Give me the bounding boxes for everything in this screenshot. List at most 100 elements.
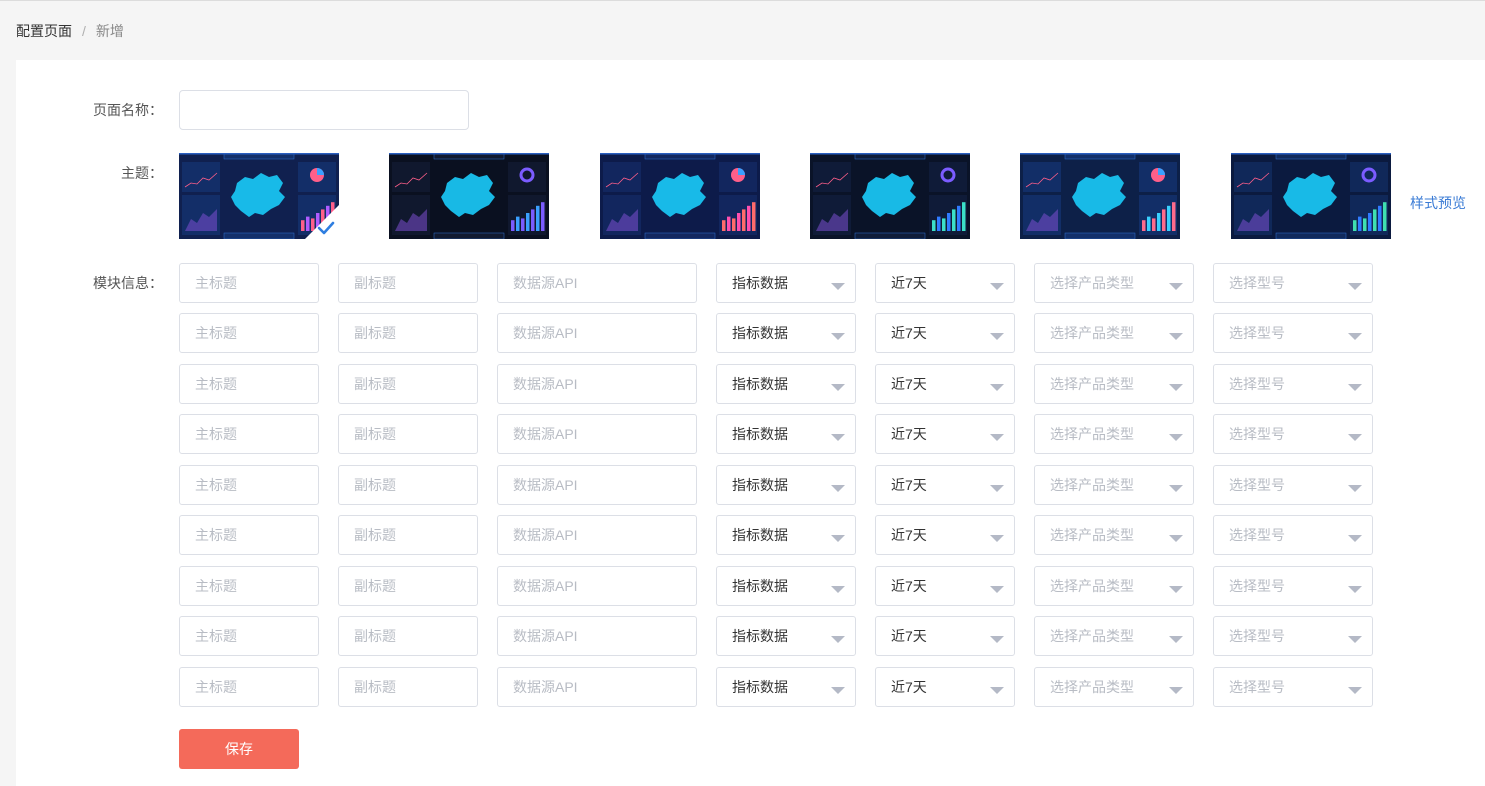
product-type-select[interactable]: 选择产品类型 xyxy=(1034,667,1194,707)
model-select[interactable]: 选择型号 xyxy=(1213,263,1373,303)
chevron-down-icon xyxy=(990,586,1004,593)
period-select-value: 近7天 xyxy=(891,628,927,644)
main-title-input[interactable] xyxy=(179,263,319,303)
product-type-select[interactable]: 选择产品类型 xyxy=(1034,414,1194,454)
theme-option-6[interactable] xyxy=(1231,153,1391,239)
theme-option-5[interactable] xyxy=(1020,153,1180,239)
data-type-select[interactable]: 指标数据 xyxy=(716,364,856,404)
data-type-select[interactable]: 指标数据 xyxy=(716,515,856,555)
theme-label: 主题： xyxy=(121,165,163,181)
data-type-select[interactable]: 指标数据 xyxy=(716,465,856,505)
product-type-select-value: 选择产品类型 xyxy=(1050,275,1134,291)
main-title-input[interactable] xyxy=(179,465,319,505)
data-type-select-value: 指标数据 xyxy=(732,527,788,543)
model-select[interactable]: 选择型号 xyxy=(1213,465,1373,505)
data-api-input[interactable] xyxy=(497,465,697,505)
product-type-select[interactable]: 选择产品类型 xyxy=(1034,566,1194,606)
model-select[interactable]: 选择型号 xyxy=(1213,667,1373,707)
chevron-down-icon xyxy=(1169,333,1183,340)
period-select[interactable]: 近7天 xyxy=(875,313,1015,353)
chevron-down-icon xyxy=(1169,434,1183,441)
data-api-input[interactable] xyxy=(497,566,697,606)
subtitle-input[interactable] xyxy=(338,515,478,555)
period-select[interactable]: 近7天 xyxy=(875,667,1015,707)
save-button[interactable]: 保存 xyxy=(179,729,299,769)
data-type-select[interactable]: 指标数据 xyxy=(716,263,856,303)
period-select-value: 近7天 xyxy=(891,527,927,543)
model-select[interactable]: 选择型号 xyxy=(1213,616,1373,656)
data-api-input[interactable] xyxy=(497,313,697,353)
main-title-input[interactable] xyxy=(179,313,319,353)
chevron-down-icon xyxy=(831,283,845,290)
data-api-input[interactable] xyxy=(497,414,697,454)
main-title-input[interactable] xyxy=(179,616,319,656)
model-select-value: 选择型号 xyxy=(1229,477,1285,493)
product-type-select-value: 选择产品类型 xyxy=(1050,376,1134,392)
product-type-select[interactable]: 选择产品类型 xyxy=(1034,616,1194,656)
chevron-down-icon xyxy=(1169,636,1183,643)
data-type-select[interactable]: 指标数据 xyxy=(716,667,856,707)
chevron-down-icon xyxy=(990,434,1004,441)
chevron-down-icon xyxy=(1348,687,1362,694)
data-type-select[interactable]: 指标数据 xyxy=(716,414,856,454)
main-title-input[interactable] xyxy=(179,414,319,454)
top-divider xyxy=(0,0,1485,1)
subtitle-input[interactable] xyxy=(338,667,478,707)
subtitle-input[interactable] xyxy=(338,566,478,606)
chevron-down-icon xyxy=(990,283,1004,290)
theme-option-3[interactable] xyxy=(600,153,760,239)
model-select[interactable]: 选择型号 xyxy=(1213,566,1373,606)
chevron-down-icon xyxy=(1169,384,1183,391)
subtitle-input[interactable] xyxy=(338,263,478,303)
subtitle-input[interactable] xyxy=(338,616,478,656)
data-type-select[interactable]: 指标数据 xyxy=(716,313,856,353)
subtitle-input[interactable] xyxy=(338,465,478,505)
subtitle-input[interactable] xyxy=(338,414,478,454)
model-select[interactable]: 选择型号 xyxy=(1213,364,1373,404)
model-select[interactable]: 选择型号 xyxy=(1213,313,1373,353)
data-api-input[interactable] xyxy=(497,667,697,707)
data-api-input[interactable] xyxy=(497,364,697,404)
data-api-input[interactable] xyxy=(497,515,697,555)
style-preview-link[interactable]: 样式预览 xyxy=(1410,193,1466,213)
breadcrumb-parent[interactable]: 配置页面 xyxy=(16,21,72,41)
chevron-down-icon xyxy=(1348,333,1362,340)
page-name-input[interactable] xyxy=(179,90,469,130)
period-select[interactable]: 近7天 xyxy=(875,414,1015,454)
product-type-select-value: 选择产品类型 xyxy=(1050,325,1134,341)
chevron-down-icon xyxy=(990,636,1004,643)
product-type-select[interactable]: 选择产品类型 xyxy=(1034,313,1194,353)
subtitle-input[interactable] xyxy=(338,364,478,404)
product-type-select[interactable]: 选择产品类型 xyxy=(1034,364,1194,404)
data-type-select-value: 指标数据 xyxy=(732,376,788,392)
main-title-input[interactable] xyxy=(179,667,319,707)
chevron-down-icon xyxy=(990,535,1004,542)
main-title-input[interactable] xyxy=(179,515,319,555)
data-type-select[interactable]: 指标数据 xyxy=(716,566,856,606)
data-type-select[interactable]: 指标数据 xyxy=(716,616,856,656)
model-select[interactable]: 选择型号 xyxy=(1213,515,1373,555)
module-row: 指标数据 近7天 选择产品类型 选择型号 xyxy=(179,616,1373,656)
product-type-select[interactable]: 选择产品类型 xyxy=(1034,515,1194,555)
period-select[interactable]: 近7天 xyxy=(875,364,1015,404)
period-select[interactable]: 近7天 xyxy=(875,263,1015,303)
model-select[interactable]: 选择型号 xyxy=(1213,414,1373,454)
theme-option-4[interactable] xyxy=(810,153,970,239)
module-info-label: 模块信息： xyxy=(93,275,163,291)
main-title-input[interactable] xyxy=(179,566,319,606)
model-select-value: 选择型号 xyxy=(1229,628,1285,644)
product-type-select[interactable]: 选择产品类型 xyxy=(1034,263,1194,303)
main-title-input[interactable] xyxy=(179,364,319,404)
data-api-input[interactable] xyxy=(497,263,697,303)
product-type-select[interactable]: 选择产品类型 xyxy=(1034,465,1194,505)
period-select[interactable]: 近7天 xyxy=(875,515,1015,555)
period-select[interactable]: 近7天 xyxy=(875,616,1015,656)
theme-option-1[interactable] xyxy=(179,153,339,239)
period-select[interactable]: 近7天 xyxy=(875,566,1015,606)
theme-option-2[interactable] xyxy=(389,153,549,239)
period-select[interactable]: 近7天 xyxy=(875,465,1015,505)
subtitle-input[interactable] xyxy=(338,313,478,353)
data-api-input[interactable] xyxy=(497,616,697,656)
module-row: 指标数据 近7天 选择产品类型 选择型号 xyxy=(179,667,1373,707)
product-type-select-value: 选择产品类型 xyxy=(1050,628,1134,644)
